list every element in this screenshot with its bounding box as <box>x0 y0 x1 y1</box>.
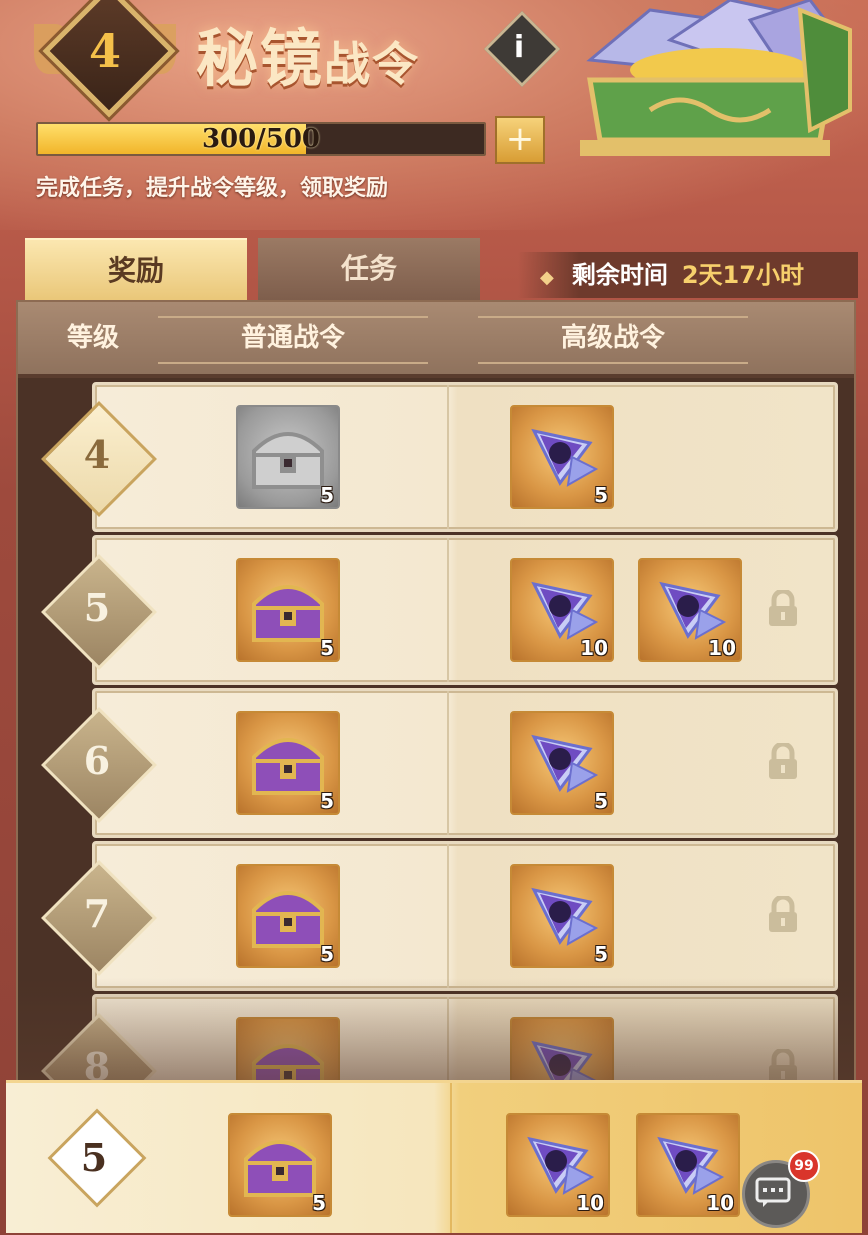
buy-level-plus-button[interactable]: + <box>495 116 545 164</box>
reward-item[interactable]: 5 <box>236 864 340 968</box>
reward-count: 10 <box>706 1191 734 1215</box>
reward-count: 10 <box>576 1191 604 1215</box>
col-level: 等级 <box>66 323 119 353</box>
bottom-level-number: 5 <box>80 1135 108 1180</box>
reward-item[interactable]: 5 <box>236 711 340 815</box>
reward-count: 5 <box>320 942 334 966</box>
row-divider <box>447 385 449 529</box>
remaining-time-banner: ◆ 剩余时间 2天17小时 <box>518 252 858 298</box>
col-normal-pass: 普通战令 <box>240 323 345 353</box>
row-divider <box>447 691 449 835</box>
timer-value: 2天17小时 <box>681 261 804 289</box>
col-premium-pass: 高级战令 <box>560 323 665 353</box>
reward-row[interactable]: 5 10 10 <box>92 535 838 685</box>
next-level-preview-bar: 5 5 10 10 <box>6 1080 862 1233</box>
page-title: 秘镜战令 <box>196 8 420 98</box>
chat-unread-badge: 99 <box>788 1150 820 1182</box>
instruction-text: 完成任务，提升战令等级，领取奖励 <box>36 176 389 201</box>
reward-row[interactable]: 55 <box>92 688 838 838</box>
current-level-number: 4 <box>88 24 121 78</box>
reward-count: 10 <box>580 636 608 660</box>
reward-item[interactable]: 10 <box>638 558 742 662</box>
row-level-number: 4 <box>83 432 111 477</box>
title-main: 秘镜 <box>196 22 325 95</box>
table-header: 等级 普通战令 高级战令 <box>18 302 854 374</box>
experience-progress-bar: 300/500 <box>36 122 486 156</box>
row-level-number: 5 <box>83 585 111 630</box>
reward-item[interactable]: 10 <box>506 1113 610 1217</box>
reward-count: 10 <box>708 636 736 660</box>
lock-icon <box>765 741 801 781</box>
reward-count: 5 <box>320 483 334 507</box>
tab-rewards[interactable]: 奖励 <box>25 238 247 302</box>
row-level-number: 6 <box>83 738 111 783</box>
reward-item[interactable]: 5 <box>510 864 614 968</box>
reward-count: 5 <box>594 483 608 507</box>
reward-row[interactable]: 55 <box>92 841 838 991</box>
reward-item[interactable]: 5 <box>510 711 614 815</box>
reward-item[interactable]: 5 <box>236 405 340 509</box>
reward-item[interactable]: 5 <box>510 405 614 509</box>
reward-count: 5 <box>312 1191 326 1215</box>
reward-count: 5 <box>594 789 608 813</box>
title-sub: 战令 <box>324 37 421 91</box>
tab-tasks[interactable]: 任务 <box>258 238 480 300</box>
reward-count: 5 <box>594 942 608 966</box>
lock-icon <box>765 588 801 628</box>
row-divider <box>447 844 449 988</box>
progress-text: 300/500 <box>201 124 321 154</box>
reward-rows: 5545101055565578 <box>18 378 854 1102</box>
lock-icon <box>765 894 801 934</box>
row-level-number: 7 <box>83 891 111 936</box>
battle-pass-level-badge: 4 <box>34 0 176 118</box>
bottom-divider <box>450 1083 452 1233</box>
row-divider <box>447 538 449 682</box>
timer-label: 剩余时间 <box>571 261 668 289</box>
reward-item[interactable]: 10 <box>636 1113 740 1217</box>
reward-item[interactable]: 5 <box>228 1113 332 1217</box>
timer-bullet-icon: ◆ <box>540 267 554 288</box>
reward-count: 5 <box>320 636 334 660</box>
treasure-chest-art-icon <box>580 0 852 156</box>
reward-count: 5 <box>320 789 334 813</box>
reward-table: 等级 普通战令 高级战令 5545101055565578 <box>16 300 856 1104</box>
info-icon[interactable]: i <box>495 24 543 72</box>
reward-item[interactable]: 10 <box>510 558 614 662</box>
reward-item[interactable]: 5 <box>236 558 340 662</box>
reward-row[interactable]: 55 <box>92 382 838 532</box>
